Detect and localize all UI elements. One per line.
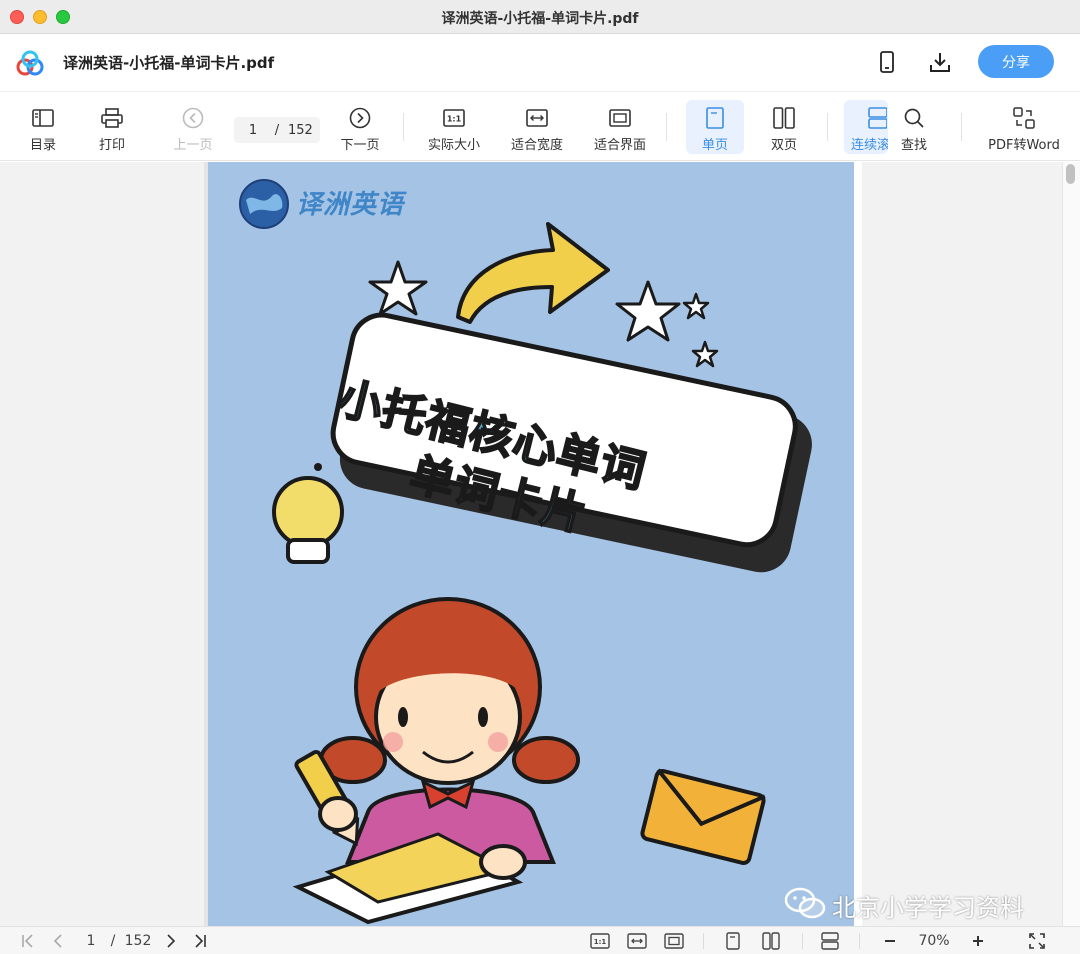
toolbar-label: 连续滚 (851, 138, 888, 153)
toolbar-divider (666, 113, 667, 141)
page-margin (854, 162, 862, 926)
download-icon[interactable] (926, 48, 954, 76)
two-page-small-icon[interactable] (760, 931, 782, 951)
pdf-viewer-window: 译洲英语-小托福-单词卡片.pdf 译洲英语-小托福-单词卡片.pdf 分享 目… (0, 0, 1080, 954)
convert-icon (1012, 106, 1036, 130)
fit-width-small-icon[interactable] (626, 931, 648, 951)
vertical-scrollbar[interactable] (1062, 162, 1080, 926)
fullscreen-icon[interactable] (1027, 931, 1047, 951)
toolbar-single-page-button[interactable]: 单页 (686, 100, 744, 154)
search-icon (902, 106, 926, 130)
zoom-in-icon[interactable] (968, 931, 988, 951)
actual-size-small-icon[interactable]: 1:1 (589, 931, 611, 951)
brand-name: 译洲英语 (296, 190, 405, 220)
bottom-total-pages: 152 (124, 933, 152, 949)
page-number-input[interactable]: 1 / 152 (234, 117, 320, 143)
prev-page-icon (181, 106, 205, 130)
toolbar-pdf-to-word-button[interactable]: PDF转Word (984, 100, 1064, 154)
next-page-icon (348, 106, 372, 130)
toolbar-divider (403, 113, 404, 141)
cover-illustration (272, 222, 812, 925)
title-bar: 译洲英语-小托福-单词卡片.pdf (0, 0, 1080, 34)
first-page-icon[interactable] (18, 931, 38, 951)
toolbar-fit-page-button[interactable]: 适合界面 (590, 100, 650, 154)
toolbar-label: PDF转Word (988, 138, 1060, 153)
toolbar: 目录 打印 上一页 1 / 152 下一页 1:1 实际大小 适合宽度 适合界面… (0, 93, 1080, 161)
toolbar-label: 目录 (29, 138, 56, 153)
wechat-icon (784, 886, 826, 924)
document-viewport[interactable] (0, 162, 1080, 926)
bottom-divider (802, 933, 803, 949)
sidebar-icon (31, 106, 55, 130)
single-page-icon (703, 106, 727, 130)
fit-width-icon (525, 106, 549, 130)
last-page-icon[interactable] (190, 931, 210, 951)
fit-page-icon (608, 106, 632, 130)
next-page-small-icon[interactable] (161, 931, 181, 951)
bottom-page-separator: / (110, 933, 116, 949)
prev-page-small-icon[interactable] (48, 931, 68, 951)
toolbar-label: 查找 (900, 138, 927, 153)
continuous-scroll-small-icon[interactable] (819, 931, 841, 951)
svg-text:1:1: 1:1 (594, 938, 607, 946)
single-page-small-icon[interactable] (723, 931, 743, 951)
current-page: 1 (248, 122, 258, 138)
toolbar-two-page-button[interactable]: 双页 (754, 100, 814, 154)
printer-icon (100, 106, 124, 130)
zoom-level[interactable]: 70% (910, 931, 958, 951)
watermark-text: 北京小学学习资料 (832, 893, 1024, 922)
toolbar-prev-page-button[interactable]: 上一页 (163, 100, 223, 154)
toolbar-divider (961, 113, 962, 141)
toolbar-divider (827, 113, 828, 141)
toolbar-label: 打印 (98, 138, 125, 153)
document-title: 译洲英语-小托福-单词卡片.pdf (63, 54, 275, 72)
bottom-divider (703, 933, 704, 949)
toolbar-label: 下一页 (340, 138, 380, 153)
zoom-out-icon[interactable] (880, 931, 900, 951)
total-pages: 152 (288, 122, 313, 138)
toolbar-label: 适合界面 (593, 138, 646, 153)
toolbar-label: 上一页 (173, 138, 213, 153)
toolbar-continuous-scroll-button[interactable]: 连续滚 (844, 100, 888, 154)
toolbar-actual-size-button[interactable]: 1:1 实际大小 (424, 100, 484, 154)
toolbar-fit-width-button[interactable]: 适合宽度 (507, 100, 567, 154)
app-header: 译洲英语-小托福-单词卡片.pdf 分享 (0, 34, 1080, 92)
fit-page-small-icon[interactable] (663, 931, 685, 951)
bottom-status-bar: 1 / 152 1:1 70% (0, 926, 1080, 954)
window-title: 译洲英语-小托福-单词卡片.pdf (441, 11, 639, 27)
page-separator: / (274, 122, 280, 138)
two-page-icon (772, 106, 796, 130)
svg-text:1:1: 1:1 (447, 115, 462, 124)
toolbar-label: 单页 (701, 138, 728, 153)
bottom-divider (859, 933, 860, 949)
toolbar-toc-button[interactable]: 目录 (13, 100, 73, 154)
bottom-current-page[interactable]: 1 (80, 931, 102, 951)
watermark: 北京小学学习资料 (784, 886, 1024, 924)
toolbar-print-button[interactable]: 打印 (82, 100, 142, 154)
scrollbar-thumb[interactable] (1066, 164, 1075, 184)
share-button[interactable]: 分享 (978, 45, 1054, 78)
toolbar-next-page-button[interactable]: 下一页 (330, 100, 390, 154)
toolbar-label: 实际大小 (427, 138, 480, 153)
actual-size-icon: 1:1 (442, 106, 466, 130)
toolbar-label: 双页 (770, 138, 797, 153)
phone-icon[interactable] (873, 48, 901, 76)
toolbar-label: 适合宽度 (510, 138, 563, 153)
cloud-logo-icon (14, 48, 46, 78)
globe-logo-icon (238, 178, 290, 234)
toolbar-search-button[interactable]: 查找 (884, 100, 944, 154)
pdf-page (208, 162, 854, 926)
